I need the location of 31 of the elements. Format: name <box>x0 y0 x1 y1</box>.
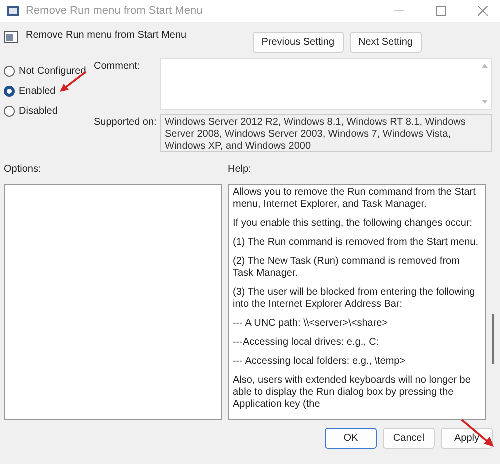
nav-button[interactable]: Next Setting <box>350 32 422 53</box>
supported-on-text: Windows Server 2012 R2, Windows 8.1, Windows RT 8.1, Windows Server 2008, Windows Server 2003, Windows 7, Windows Vista, Windows XP, and Windows 2000 <box>160 114 492 152</box>
scrollbar-icon <box>481 62 489 106</box>
radio-option[interactable]: Not Configured <box>4 64 94 78</box>
maximize-icon[interactable] <box>436 6 446 16</box>
comment-label: Comment: <box>94 60 142 74</box>
help-label: Help: <box>228 164 252 177</box>
options-label: Options: <box>4 164 42 177</box>
help-paragraph: (1) The Run command is removed from the Start menu. <box>233 237 480 249</box>
dialog-button[interactable]: OK <box>325 428 377 449</box>
setting-title: Remove Run menu from Start Menu <box>26 30 187 41</box>
supported-on-label: Supported on: <box>94 116 158 130</box>
help-paragraph: --- A UNC path: \\<server>\<share> <box>233 318 390 330</box>
policy-icon <box>6 4 20 18</box>
help-paragraph: --- Accessing local folders: e.g., \temp> <box>233 356 407 368</box>
comment-field[interactable] <box>160 58 492 110</box>
help-paragraph: (2) The New Task (Run) command is removed from Task Manager. <box>233 256 461 280</box>
close-icon[interactable] <box>478 6 488 16</box>
help-paragraph: ---Accessing local drives: e.g., C: <box>233 337 380 349</box>
dialog-button[interactable]: Cancel <box>383 428 435 449</box>
window-title: Remove Run menu from Start Menu <box>26 5 203 17</box>
dialog-button[interactable]: Apply <box>441 428 493 449</box>
radio-option[interactable]: Disabled <box>4 104 94 118</box>
setting-icon <box>4 30 18 44</box>
radio-option[interactable]: Enabled <box>4 84 94 98</box>
nav-button[interactable]: Previous Setting <box>252 32 344 53</box>
help-paragraph: (3) The user will be blocked from entering the following into the Internet Explorer Address Bar: <box>233 287 476 311</box>
scrollbar-thumb[interactable] <box>492 314 494 364</box>
help-paragraph: If you enable this setting, the following changes occur: <box>233 218 474 230</box>
help-paragraph: Also, users with extended keyboards will no longer be able to display the Run dialog box by pressing the Application key (the <box>233 375 472 411</box>
help-paragraph: Allows you to remove the Run command from the Start menu, Internet Explorer, and Task Manager. <box>233 187 477 211</box>
